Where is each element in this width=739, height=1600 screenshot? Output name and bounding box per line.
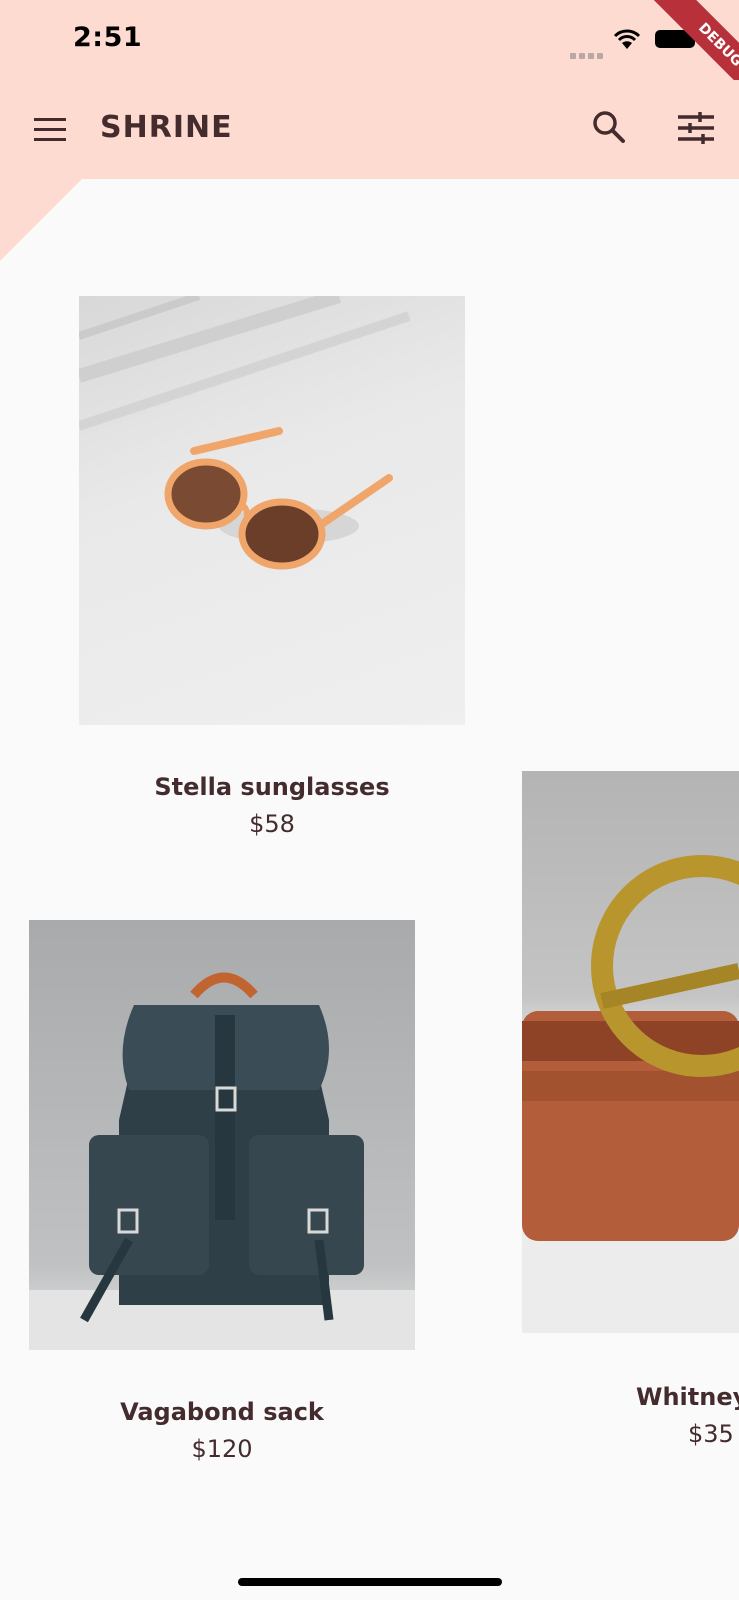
product-price: $35: [688, 1420, 734, 1448]
product-name: Stella sunglasses: [154, 773, 390, 801]
product-price: $120: [191, 1435, 253, 1463]
product-name: Whitney: [636, 1383, 739, 1411]
status-time: 2:51: [73, 22, 143, 53]
backdrop-notch: [0, 179, 82, 261]
product-image-backpack[interactable]: [29, 920, 415, 1350]
product-image-belt[interactable]: [522, 771, 739, 1333]
wifi-icon: [613, 29, 641, 49]
product-price: $58: [249, 810, 295, 838]
home-indicator: [238, 1578, 502, 1586]
app-title: SHRINE: [100, 110, 233, 145]
signal-icon: [570, 44, 606, 63]
search-icon[interactable]: [592, 110, 626, 144]
product-name: Vagabond sack: [120, 1398, 324, 1426]
status-bar: 2:51: [0, 0, 739, 80]
app-bar: SHRINE: [0, 80, 739, 179]
menu-icon[interactable]: [34, 118, 66, 142]
product-image-sunglasses[interactable]: [79, 296, 465, 725]
tune-icon[interactable]: [678, 112, 714, 144]
